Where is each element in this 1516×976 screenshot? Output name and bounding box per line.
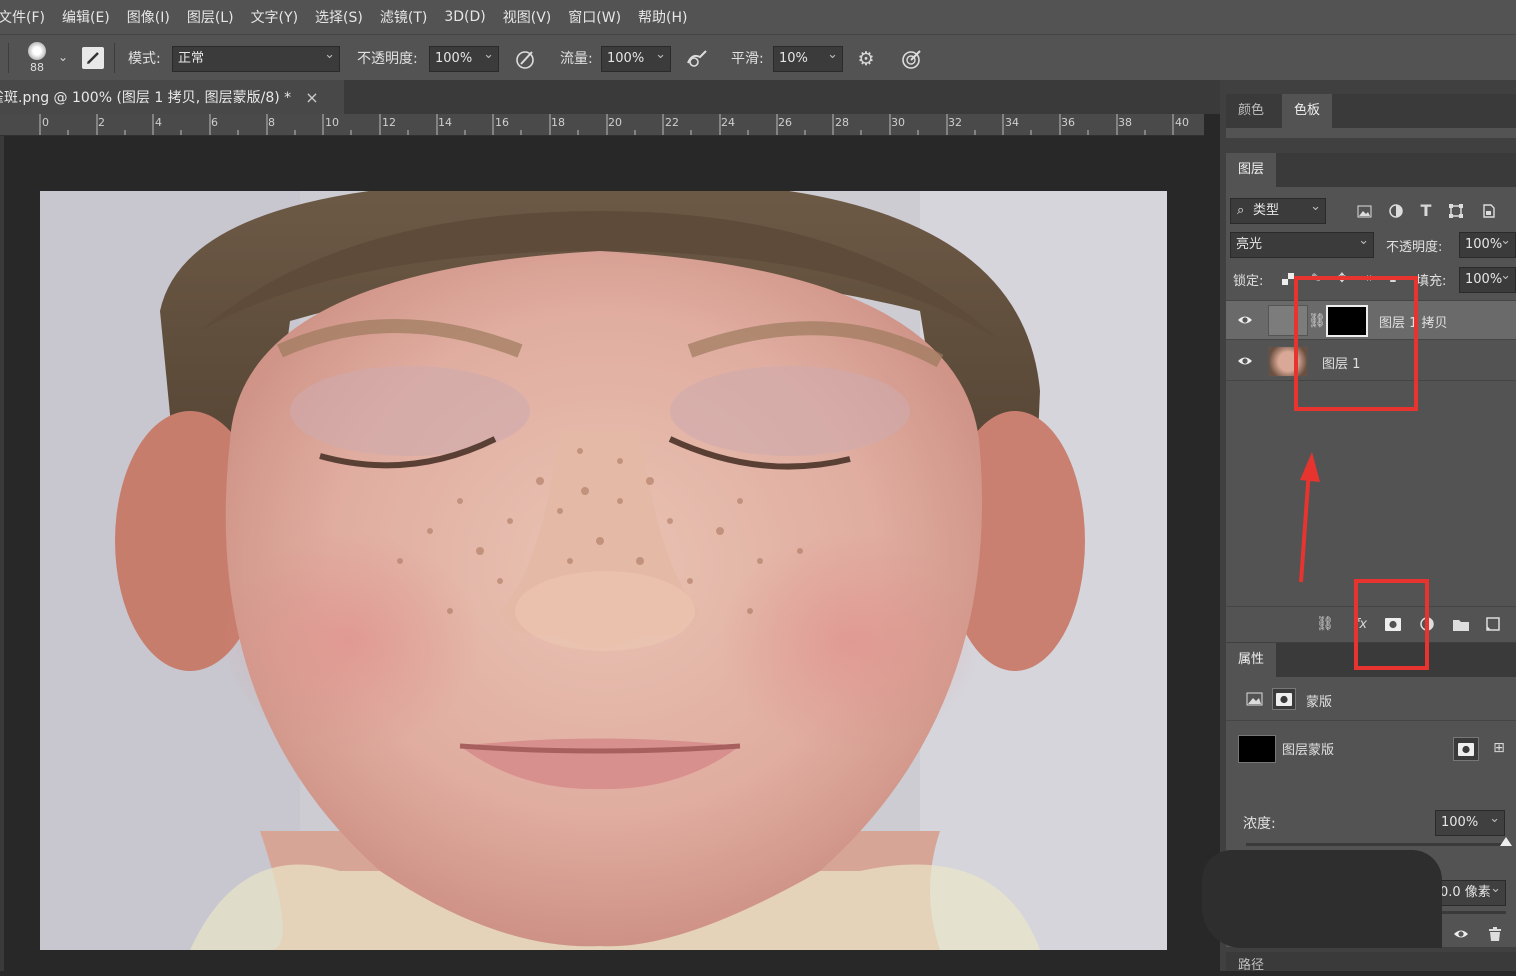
- swatches-panel-body: [1226, 128, 1516, 138]
- smooth-label: 平滑:: [731, 51, 764, 67]
- eye-icon[interactable]: [1236, 353, 1254, 369]
- density-input[interactable]: 100%: [1435, 807, 1505, 836]
- density-label: 浓度:: [1243, 816, 1276, 832]
- right-panel-column: 颜色 色板 图层 ⌕ 类型 T 亮光 不透明度: 100% 锁定: ✎: [1202, 80, 1516, 973]
- mode-dropdown[interactable]: 正常: [172, 43, 340, 72]
- menu-bar: 文件(F) 编辑(E) 图像(I) 图层(L) 文字(Y) 选择(S) 滤镜(T…: [0, 0, 1516, 34]
- annotation-box-layer-mask: [1294, 276, 1418, 411]
- menu-help[interactable]: 帮助(H): [638, 7, 687, 27]
- mask-label: 图层蒙版: [1282, 743, 1335, 758]
- layer-filter-dropdown[interactable]: ⌕ 类型: [1230, 195, 1326, 224]
- search-icon: ⌕: [1237, 203, 1245, 218]
- pixel-layer-filter-icon[interactable]: [1354, 201, 1374, 221]
- menu-select[interactable]: 选择(S): [315, 7, 363, 27]
- feather-input[interactable]: 0.0 像素: [1434, 877, 1506, 906]
- new-layer-icon[interactable]: [1482, 615, 1504, 633]
- trash-icon[interactable]: [1484, 924, 1506, 944]
- opacity-input[interactable]: 100%: [429, 43, 499, 72]
- link-layers-icon[interactable]: ⛓︎: [1314, 615, 1336, 633]
- brush-tip-icon: [28, 42, 46, 60]
- document-tab[interactable]: 雀斑.png @ 100% (图层 1 拷贝, 图层蒙版/8) * ×: [0, 80, 344, 114]
- menu-3d[interactable]: 3D(D): [444, 9, 485, 25]
- document-image[interactable]: [40, 191, 1167, 950]
- layers-panel-body: ⌕ 类型 T 亮光 不透明度: 100% 锁定: ✎ ✥ ⌗ 🔒︎ 填充: 10…: [1226, 187, 1516, 642]
- fill-label: 填充:: [1416, 274, 1447, 289]
- menu-file[interactable]: 文件(F): [0, 7, 45, 27]
- layers-panel-header: 图层: [1226, 153, 1516, 187]
- select-mask-icon[interactable]: [1453, 737, 1479, 761]
- chevron-down-icon[interactable]: ⌄: [56, 49, 70, 65]
- portrait-image: [40, 191, 1167, 950]
- shape-filter-icon[interactable]: [1446, 201, 1466, 221]
- opacity-label: 不透明度:: [357, 51, 418, 67]
- annotation-box-add-mask: [1354, 579, 1429, 670]
- menu-layer[interactable]: 图层(L): [187, 7, 234, 27]
- document-tab-title: 雀斑.png @ 100% (图层 1 拷贝, 图层蒙版/8) *: [0, 90, 292, 106]
- smooth-input[interactable]: 10%: [773, 43, 843, 72]
- brush-size-label: 88: [30, 61, 44, 74]
- fill-input[interactable]: 100%: [1459, 264, 1516, 293]
- filter-kind-label: 类型: [1253, 203, 1280, 218]
- flow-input[interactable]: 100%: [601, 43, 671, 72]
- airbrush-icon[interactable]: [684, 46, 712, 72]
- brush-preset-picker[interactable]: 88: [22, 39, 52, 77]
- menu-view[interactable]: 视图(V): [503, 7, 552, 27]
- layer-opacity-input[interactable]: 100%: [1459, 229, 1516, 258]
- lock-label: 锁定:: [1233, 274, 1264, 289]
- folder-icon[interactable]: [1450, 615, 1472, 633]
- tab-swatches[interactable]: 色板: [1282, 94, 1333, 128]
- eye-icon[interactable]: [1236, 312, 1254, 328]
- mode-label: 模式:: [128, 51, 161, 67]
- density-slider-handle[interactable]: [1500, 837, 1512, 846]
- menu-type[interactable]: 文字(Y): [251, 7, 298, 27]
- horizontal-ruler: 0 2 4 6 8 10 12 14 16 18 20 22 24 26 28 …: [0, 114, 1204, 136]
- density-slider[interactable]: [1246, 837, 1512, 846]
- blend-mode-dropdown[interactable]: 亮光: [1230, 229, 1374, 258]
- menu-window[interactable]: 窗口(W): [568, 7, 621, 27]
- tab-paths[interactable]: 路径: [1226, 956, 1276, 976]
- menu-edit[interactable]: 编辑(E): [62, 7, 110, 27]
- pressure-opacity-icon[interactable]: [513, 46, 539, 72]
- options-bar: 88 ⌄ 模式: 正常 不透明度: 100% 流量: 100% 平滑: 10% …: [0, 34, 1516, 80]
- color-panel-header: 颜色 色板: [1226, 94, 1516, 128]
- smart-object-filter-icon[interactable]: [1478, 201, 1498, 221]
- apply-mask-icon[interactable]: ⊞: [1488, 737, 1510, 759]
- properties-section: 蒙版: [1226, 677, 1516, 721]
- pressure-size-icon[interactable]: [899, 46, 925, 72]
- obscured-region: [1202, 850, 1442, 948]
- tab-layers[interactable]: 图层: [1226, 153, 1277, 187]
- gear-icon[interactable]: ⚙: [853, 46, 879, 72]
- type-filter-icon[interactable]: T: [1416, 200, 1436, 220]
- document-tab-bar: 雀斑.png @ 100% (图层 1 拷贝, 图层蒙版/8) * ×: [0, 80, 1220, 114]
- mask-row: 图层蒙版 ⊞: [1226, 723, 1516, 773]
- eye-icon[interactable]: [1450, 924, 1472, 944]
- close-icon[interactable]: ×: [305, 88, 318, 107]
- menu-image[interactable]: 图像(I): [127, 7, 170, 27]
- pixel-mask-icon[interactable]: [1244, 690, 1264, 708]
- section-label: 蒙版: [1306, 695, 1333, 710]
- vector-mask-icon[interactable]: [1272, 688, 1296, 710]
- menu-filter[interactable]: 滤镜(T): [380, 7, 427, 27]
- mask-thumbnail: [1238, 735, 1276, 763]
- ruler-marks: [39, 114, 1174, 135]
- annotation-arrow: [1299, 452, 1320, 583]
- paths-panel-header: 路径: [1226, 952, 1516, 973]
- brush-settings-icon[interactable]: [82, 47, 104, 69]
- flow-label: 流量:: [560, 51, 593, 67]
- tab-color[interactable]: 颜色: [1226, 94, 1276, 128]
- layer-opacity-label: 不透明度:: [1386, 240, 1443, 255]
- adjustment-filter-icon[interactable]: [1386, 201, 1406, 221]
- tab-properties[interactable]: 属性: [1226, 643, 1277, 677]
